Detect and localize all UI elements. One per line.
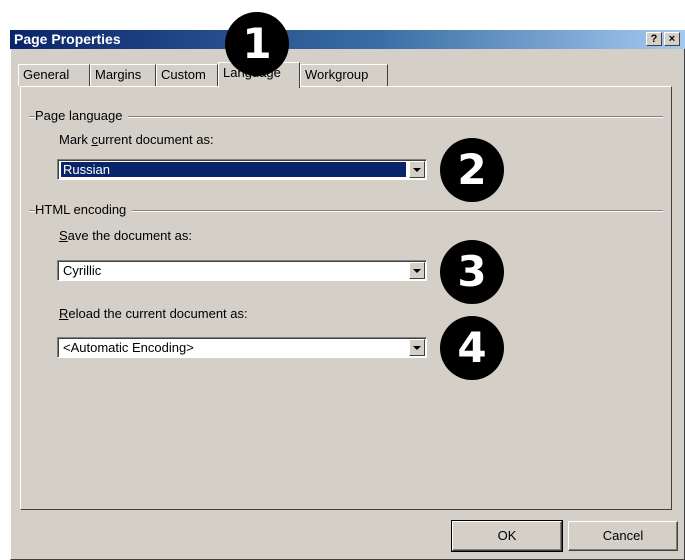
tab-workgroup[interactable]: Workgroup <box>300 64 388 86</box>
callout-marker-3: 3 <box>440 240 504 304</box>
reload-document-value: <Automatic Encoding> <box>63 340 194 355</box>
callout-marker-2: 2 <box>440 138 504 202</box>
html-encoding-heading: HTML encoding <box>35 202 133 217</box>
save-document-value: Cyrillic <box>63 263 102 278</box>
reload-document-label: Reload the current document as: <box>59 306 248 321</box>
save-document-select[interactable]: Cyrillic <box>57 260 427 281</box>
cancel-button[interactable]: Cancel <box>568 521 678 551</box>
tab-custom[interactable]: Custom <box>156 64 218 86</box>
chevron-down-icon[interactable] <box>409 262 425 279</box>
reload-document-select[interactable]: <Automatic Encoding> <box>57 337 427 358</box>
close-button[interactable]: × <box>664 32 680 46</box>
title-bar: Page Properties ? × <box>10 30 685 49</box>
ok-button[interactable]: OK <box>451 520 563 552</box>
callout-marker-1: 1 <box>225 12 289 76</box>
callout-marker-4: 4 <box>440 316 504 380</box>
mark-document-label: Mark current document as: <box>59 132 214 147</box>
save-document-label: Save the document as: <box>59 228 192 243</box>
mark-document-value: Russian <box>60 161 407 178</box>
language-tab-panel: Page language Mark current document as: … <box>20 86 672 510</box>
tab-margins[interactable]: Margins <box>90 64 156 86</box>
chevron-down-icon[interactable] <box>409 339 425 356</box>
chevron-down-icon[interactable] <box>409 161 425 178</box>
mark-document-select[interactable]: Russian <box>57 159 427 180</box>
help-button[interactable]: ? <box>646 32 662 46</box>
page-language-heading: Page language <box>35 108 129 123</box>
window-title: Page Properties <box>14 31 121 47</box>
tab-general[interactable]: General <box>18 64 90 86</box>
